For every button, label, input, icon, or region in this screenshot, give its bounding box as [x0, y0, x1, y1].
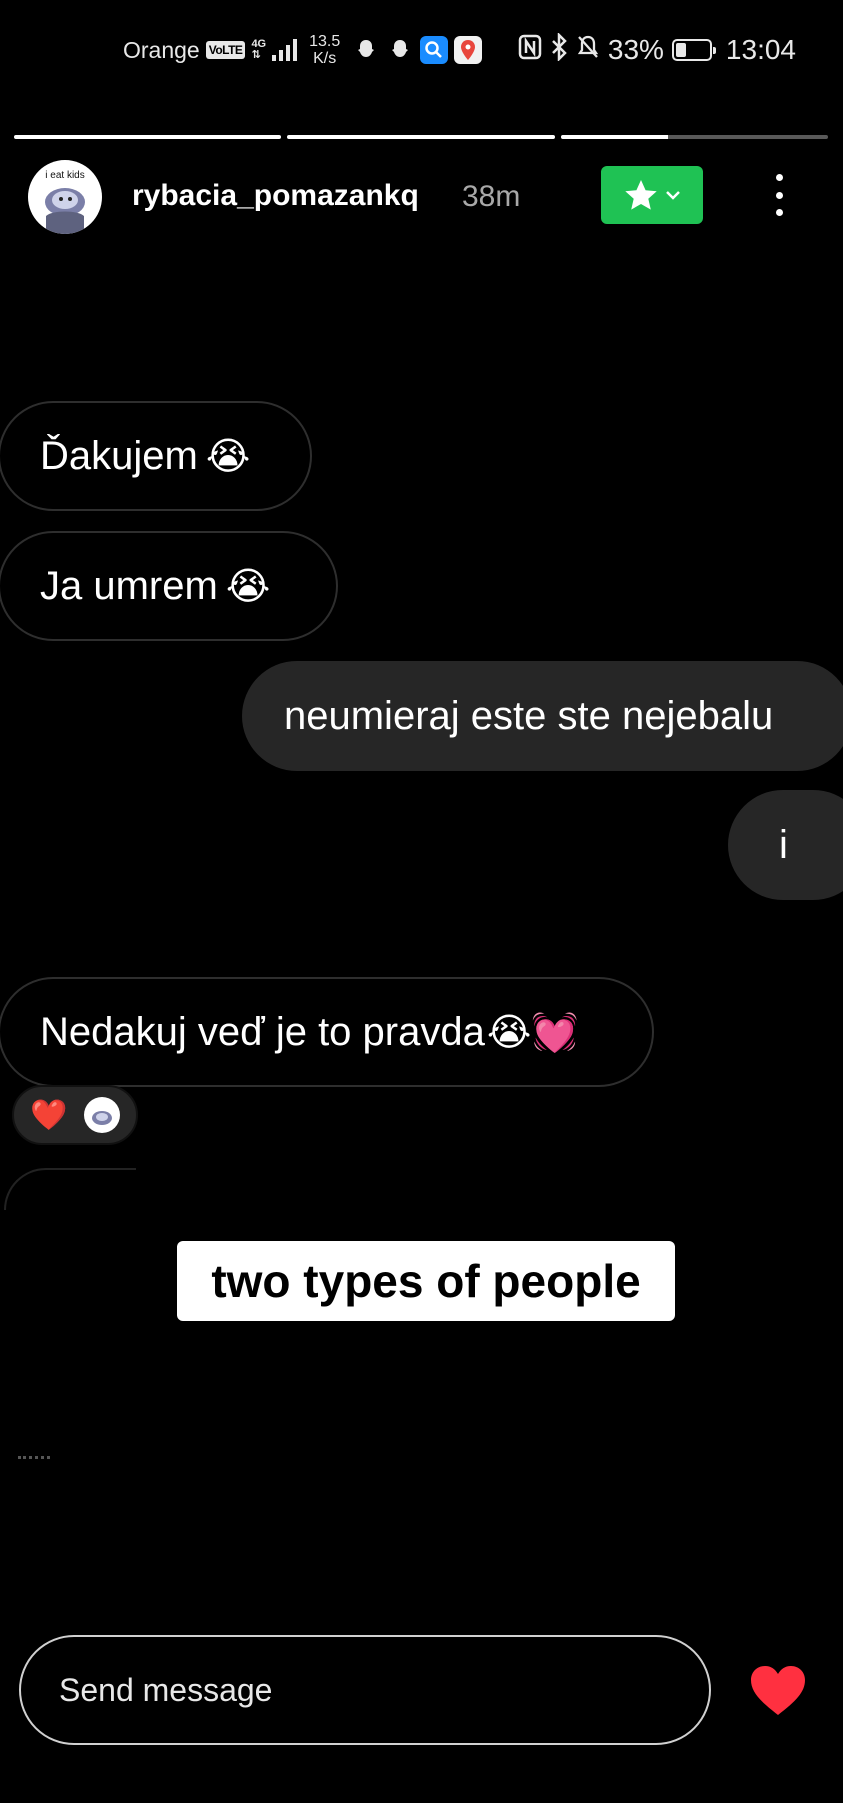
- chevron-down-icon: [666, 191, 680, 200]
- battery-percent: 33%: [607, 34, 664, 65]
- nfc-icon: [518, 34, 542, 67]
- outgoing-message: i: [728, 790, 843, 900]
- outgoing-message: neumieraj este ste nejebalu: [242, 661, 843, 771]
- more-options-button[interactable]: [772, 174, 786, 216]
- crying-emoji-icon: 😭: [225, 564, 271, 608]
- heart-reaction-icon: ❤️: [30, 1097, 68, 1133]
- story-segment-fill: [560, 135, 668, 139]
- network-type-icon: 4G ⇅: [251, 38, 267, 61]
- crying-heart-emoji-icon: 😭💓: [486, 1009, 579, 1054]
- message-reaction[interactable]: ❤️: [12, 1085, 138, 1145]
- dot: [775, 191, 783, 199]
- star-icon: [625, 180, 657, 210]
- status-bar-right: 33% 13:04: [518, 30, 796, 70]
- close-friends-badge[interactable]: [601, 166, 703, 224]
- search-app-icon: [420, 36, 449, 64]
- dot: [775, 174, 783, 181]
- story-segment: [287, 135, 555, 139]
- like-button[interactable]: [748, 1663, 808, 1719]
- battery-level: [675, 43, 687, 57]
- carrier-name: Orange: [123, 36, 200, 63]
- mute-notifications-icon: [576, 34, 600, 67]
- bluetooth-icon: [550, 31, 568, 68]
- story-segment-fill: [14, 135, 282, 139]
- send-message-input[interactable]: [57, 1670, 661, 1710]
- status-bar-left: Orange VoLTE 4G ⇅ 13.5 K/s: [123, 30, 483, 70]
- message-input-bar[interactable]: [19, 1635, 711, 1745]
- battery-icon: [671, 39, 716, 61]
- heart-icon: [751, 1666, 805, 1715]
- incoming-message: Ja umrem 😭: [0, 531, 338, 641]
- snapchat-icon: [352, 36, 380, 64]
- incoming-message: Nedakuj veď je to pravda 😭💓: [0, 977, 654, 1087]
- avatar-character-icon: [45, 188, 85, 234]
- signal-strength-icon: [272, 39, 298, 61]
- story-caption: two types of people: [177, 1241, 675, 1321]
- faint-dots: [18, 1456, 50, 1462]
- username[interactable]: rybacia_pomazankq: [132, 179, 419, 213]
- clock: 13:04: [725, 34, 796, 65]
- story-segment: [560, 135, 828, 139]
- volte-icon: VoLTE: [205, 41, 246, 59]
- network-speed: 13.5 K/s: [309, 33, 341, 67]
- incoming-message: Ďakujem 😭: [0, 401, 312, 511]
- story-segment-fill: [287, 135, 555, 139]
- snapchat-icon: [386, 36, 414, 64]
- story-time-ago: 38m: [462, 180, 521, 213]
- story-header: i eat kids rybacia_pomazankq 38m: [28, 160, 828, 236]
- reaction-avatar: [83, 1097, 120, 1133]
- status-bar: Orange VoLTE 4G ⇅ 13.5 K/s 33% 13:04: [0, 0, 843, 100]
- story-segment: [14, 135, 282, 139]
- dot: [775, 209, 783, 216]
- crying-emoji-icon: 😭: [205, 434, 251, 478]
- partial-message-bubble: [4, 1168, 136, 1210]
- story-progress-bar: [14, 135, 828, 139]
- maps-app-icon: [454, 36, 483, 64]
- avatar[interactable]: i eat kids: [28, 160, 102, 234]
